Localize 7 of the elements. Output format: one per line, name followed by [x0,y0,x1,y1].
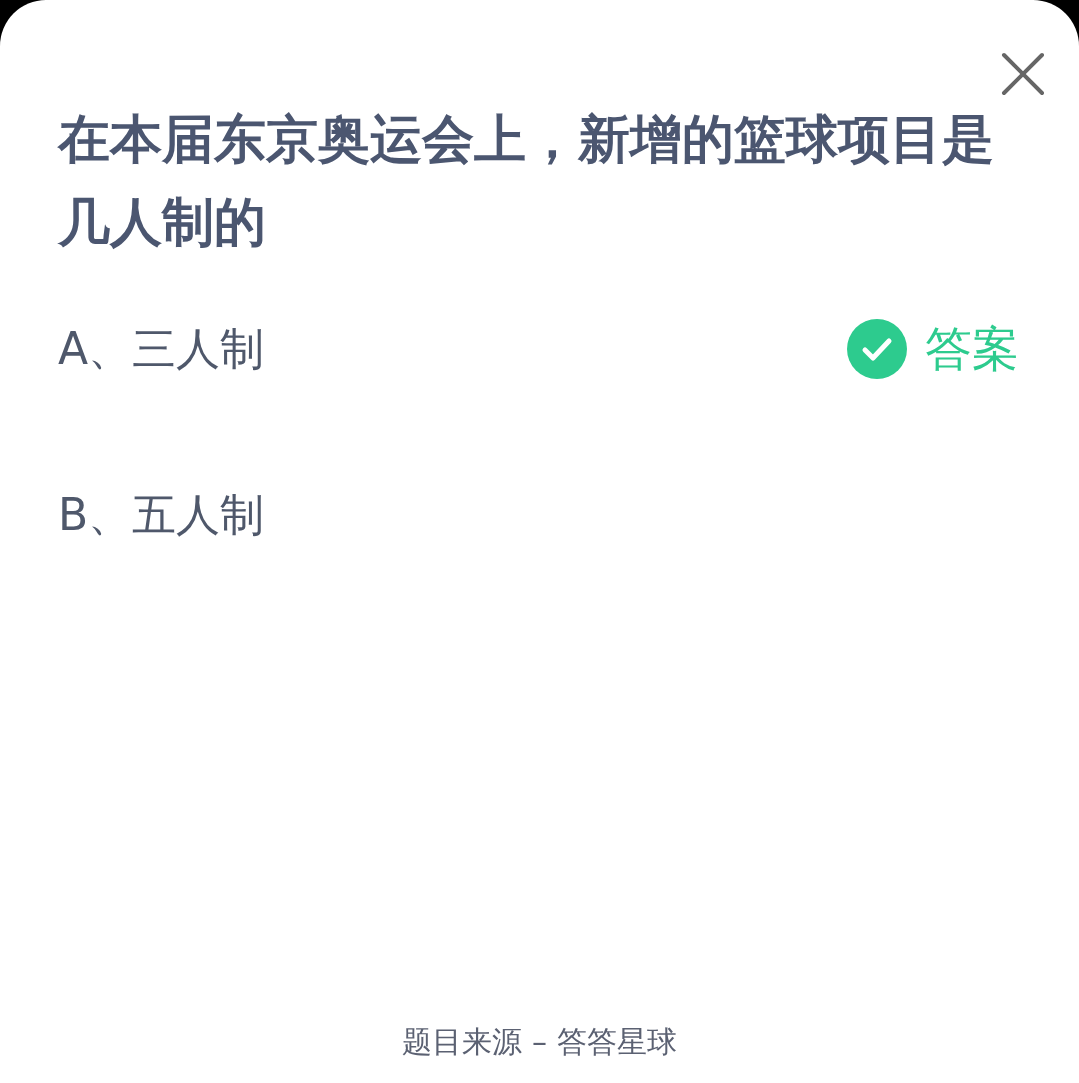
question-text: 在本届东京奥运会上，新增的篮球项目是几人制的 [58,108,995,254]
option-label[interactable]: B、五人制 [58,485,265,545]
close-icon [1001,52,1045,96]
answer-label: 答案 [925,319,1019,378]
footer-text: 题目来源 – 答答星球 [401,1023,678,1061]
option-label[interactable]: A、三人制 [58,319,265,379]
close-button[interactable] [1001,52,1047,96]
